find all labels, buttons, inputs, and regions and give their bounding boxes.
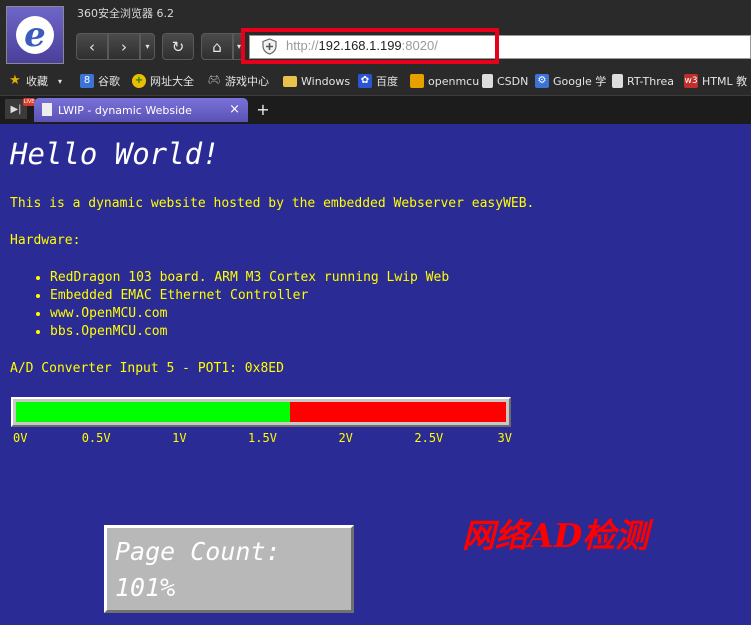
back-button[interactable]: ‹ bbox=[76, 33, 108, 60]
close-icon[interactable]: × bbox=[229, 102, 240, 117]
hardware-list: RedDragon 103 board. ARM M3 Cortex runni… bbox=[32, 269, 449, 341]
sidebar-toggle-button[interactable]: ▶| LIVE bbox=[5, 98, 35, 119]
openmcu-icon bbox=[410, 74, 424, 88]
scale-tick-label: 0.5V bbox=[81, 431, 111, 445]
scale-tick-label: 0V bbox=[13, 431, 28, 445]
bookmark-label: CSDN bbox=[497, 74, 529, 88]
star-icon: ★ bbox=[9, 73, 21, 88]
page-icon bbox=[612, 74, 623, 88]
forward-button[interactable]: › bbox=[108, 33, 140, 60]
tab-strip: ▶| LIVE LWIP - dynamic Webside × + bbox=[0, 95, 751, 124]
hardware-label: Hardware: bbox=[10, 233, 81, 248]
scale-tick-label: 1.5V bbox=[248, 431, 277, 445]
bookmark-label: Windows bbox=[301, 74, 351, 88]
ad-level-track bbox=[16, 402, 506, 422]
list-item: bbs.OpenMCU.com bbox=[50, 323, 449, 341]
new-tab-button[interactable]: + bbox=[253, 100, 273, 119]
home-icon: ⌂ bbox=[212, 37, 222, 56]
scale-tick-label: 3V bbox=[497, 431, 512, 445]
address-url[interactable]: http://192.168.1.199:8020/ bbox=[286, 38, 438, 53]
window-title: 360安全浏览器 6.2 bbox=[77, 7, 174, 20]
bookmark-game-center[interactable]: 🎮︎ 游戏中心 bbox=[207, 72, 269, 90]
scale-tick-label: 2.5V bbox=[414, 431, 444, 445]
bookmark-label: 游戏中心 bbox=[225, 75, 269, 88]
chevron-down-icon: ▾ bbox=[58, 76, 63, 86]
url-host: 192.168.1.199 bbox=[318, 38, 402, 53]
url-port: :8020/ bbox=[401, 38, 438, 53]
page-heading: Hello World! bbox=[10, 137, 220, 171]
bookmarks-bar: ★ 收藏 ▾ 8 谷歌 + 网址大全 🎮︎ 游戏中心 Windows ✿ 百度 openmc… bbox=[0, 69, 751, 93]
google-icon: 8 bbox=[80, 74, 94, 88]
page-icon bbox=[482, 74, 493, 88]
security-shield-icon bbox=[262, 38, 277, 55]
browser-chrome: e 360安全浏览器 6.2 ‹ › ▾ ↻ ⌂ ▾ http://192.16… bbox=[0, 0, 751, 124]
page-count-value: 101% bbox=[115, 573, 176, 602]
gamepad-icon: 🎮︎ bbox=[207, 75, 221, 86]
page-icon bbox=[42, 103, 52, 116]
list-item: RedDragon 103 board. ARM M3 Cortex runni… bbox=[50, 269, 449, 287]
network-ad-caption: 网络AD检测 bbox=[462, 516, 649, 555]
bookmark-url-directory[interactable]: + 网址大全 bbox=[132, 72, 194, 90]
bookmark-windows[interactable]: Windows bbox=[283, 72, 350, 90]
bookmark-label: RT-Threa bbox=[627, 74, 674, 88]
bookmark-label: openmcu bbox=[428, 74, 480, 88]
bookmark-openmcu[interactable]: openmcu bbox=[410, 72, 479, 90]
w3-icon: w3 bbox=[684, 74, 698, 88]
history-dropdown-button[interactable]: ▾ bbox=[140, 33, 155, 60]
page-count-box: Page Count: 101% bbox=[104, 525, 354, 613]
bookmark-label: Google 学 bbox=[553, 75, 607, 88]
page-count-label: Page Count: bbox=[115, 537, 281, 566]
bookmark-label: 百度 bbox=[376, 75, 398, 88]
scale-tick-label: 1V bbox=[172, 431, 187, 445]
home-button[interactable]: ⌂ bbox=[201, 33, 233, 60]
list-item: Embedded EMAC Ethernet Controller bbox=[50, 287, 449, 305]
bookmark-label: HTML 教 bbox=[702, 75, 748, 88]
bookmark-rt-thread[interactable]: RT-Threa bbox=[612, 72, 674, 90]
ie-logo-icon: e bbox=[16, 15, 54, 55]
tab-title: LWIP - dynamic Webside bbox=[58, 103, 192, 117]
chevron-down-icon: ▾ bbox=[145, 42, 150, 51]
plus-icon: + bbox=[132, 74, 146, 88]
ad-level-fill bbox=[16, 402, 290, 422]
browser-logo: e bbox=[6, 6, 64, 64]
bookmark-google[interactable]: 8 谷歌 bbox=[80, 72, 120, 90]
forward-icon: › bbox=[121, 37, 127, 56]
ad-level-bar bbox=[11, 397, 511, 427]
bookmark-html-tutorial[interactable]: w3 HTML 教 bbox=[684, 72, 747, 90]
bookmark-favorites[interactable]: ★ 收藏 ▾ bbox=[8, 72, 62, 90]
tab-lwip-dynamic-webside[interactable]: LWIP - dynamic Webside × bbox=[34, 98, 248, 122]
list-item: www.OpenMCU.com bbox=[50, 305, 449, 323]
bookmark-label: 收藏 bbox=[26, 75, 48, 88]
bookmark-google-scholar[interactable]: ⚙︎ Google 学 bbox=[535, 72, 606, 90]
folder-icon bbox=[283, 75, 297, 87]
bookmark-baidu[interactable]: ✿ 百度 bbox=[358, 72, 398, 90]
scholar-icon: ⚙︎ bbox=[535, 74, 549, 88]
back-icon: ‹ bbox=[89, 37, 95, 56]
reload-icon: ↻ bbox=[171, 37, 185, 56]
web-page-content: Hello World! This is a dynamic website h… bbox=[0, 123, 751, 625]
bookmark-csdn[interactable]: CSDN bbox=[482, 72, 528, 90]
ad-converter-reading: A/D Converter Input 5 - POT1: 0x8ED bbox=[10, 361, 284, 376]
bookmark-label: 网址大全 bbox=[150, 75, 194, 88]
baidu-paw-icon: ✿ bbox=[358, 74, 372, 88]
scale-tick-label: 2V bbox=[338, 431, 353, 445]
url-scheme: http:// bbox=[286, 38, 319, 53]
intro-text: This is a dynamic website hosted by the … bbox=[10, 196, 535, 211]
reload-button[interactable]: ↻ bbox=[162, 33, 194, 60]
bookmark-label: 谷歌 bbox=[98, 75, 120, 88]
